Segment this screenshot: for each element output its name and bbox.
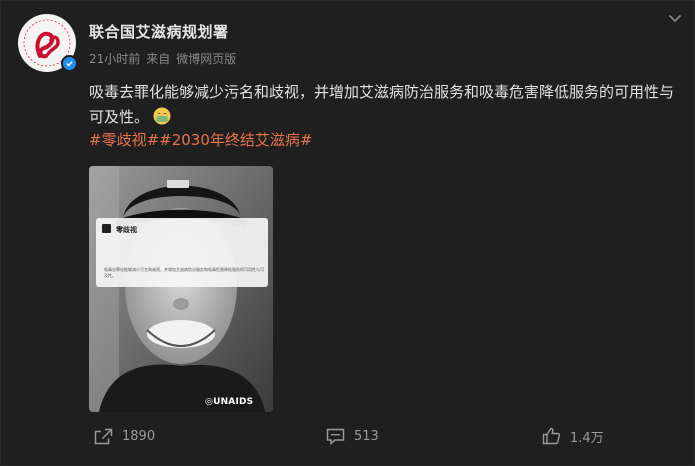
un-emblem-icon: ◎ [205,397,214,407]
comment-count: 513 [354,428,379,444]
unaids-watermark: ◎UNAIDS [205,397,253,407]
portrait-photo [89,166,273,412]
topic-tags: #零歧视##2030年终结艾滋病# [89,129,312,151]
share-count: 1890 [122,428,156,444]
badge-icon [102,224,111,233]
watermark-text: UNAIDS [213,397,254,407]
like-button[interactable]: 1.4万 [542,421,604,451]
quote-card: 零歧视 吸毒去罪化能够减少污名和歧视，并增加艾滋病防治服务和吸毒危害降低服务的可… [96,218,268,287]
weibo-post-card: 联合国艾滋病规划署 21小时前 来自 微博网页版 吸毒去罪化能够减少污名和歧视，并增… [0,0,695,466]
tag-zero-discrimination[interactable]: #零歧视# [89,131,159,149]
quote-card-title: 零歧视 [116,226,137,234]
quote-card-text: 吸毒去罪化能够减少污名和歧视，并增加艾滋病防治服务和吸毒危害降低服务的可用性与可… [104,267,264,278]
share-icon [94,428,113,444]
share-button[interactable]: 1890 [94,421,155,451]
tag-end-aids-2030[interactable]: #2030年终结艾滋病# [159,131,312,149]
comment-icon [326,428,345,445]
face-with-medical-mask-icon [153,107,171,125]
post-meta: 21小时前 来自 微博网页版 [89,50,242,67]
post-time[interactable]: 21小时前 [89,52,140,66]
source-prefix: 来自 [146,52,171,66]
post-image[interactable]: 零歧视 吸毒去罪化能够减少污名和歧视，并增加艾滋病防治服务和吸毒危害降低服务的可… [89,166,273,412]
post-text: 吸毒去罪化能够减少污名和歧视，并增加艾滋病防治服务和吸毒危害降低服务的可用性与可… [89,80,685,130]
post-source[interactable]: 微博网页版 [176,52,236,66]
comment-button[interactable]: 513 [326,421,379,451]
like-count: 1.4万 [570,430,604,446]
post-body: 吸毒去罪化能够减少污名和歧视，并增加艾滋病防治服务和吸毒危害降低服务的可用性与可… [89,83,675,126]
more-options-button[interactable] [665,11,685,25]
action-bar: 1890 513 1.4万 [1,421,695,451]
verified-badge-icon [61,55,78,72]
thumbs-up-icon [542,427,561,445]
author-name[interactable]: 联合国艾滋病规划署 [89,21,229,42]
chevron-down-icon [668,14,682,22]
